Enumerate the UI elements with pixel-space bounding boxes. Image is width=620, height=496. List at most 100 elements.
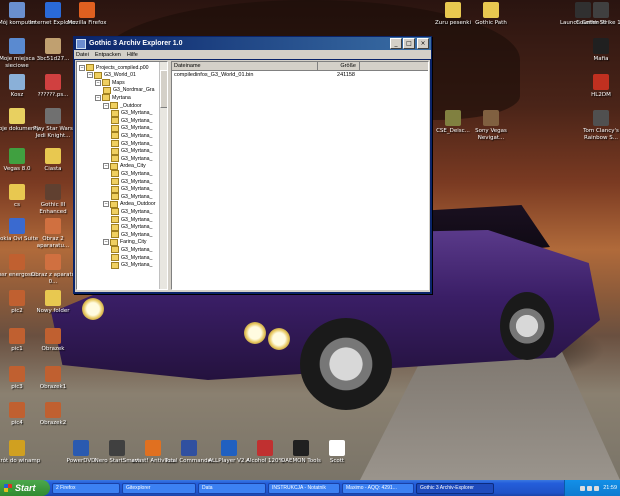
tree-node[interactable]: − Maps [95,79,125,87]
tree-expander-icon[interactable]: − [103,102,109,109]
file-list[interactable]: Dateiname Größe compiledinfos_G3_World_0… [171,61,429,290]
start-button[interactable]: Start [0,480,50,496]
tree-node[interactable]: G3_Myrtana_ [111,178,152,185]
tree-node[interactable]: G3_Myrtana_ [111,246,152,254]
folder-icon [110,200,118,208]
archive-explorer-window[interactable]: Gothic 3 Archiv Explorer 1.0 _ □ × Datei… [73,36,432,294]
tree-node[interactable]: G3_Myrtana_ [111,261,152,269]
tree-expander-icon[interactable]: − [103,201,109,208]
tree-node[interactable]: G3_Myrtana_ [111,223,152,231]
folder-icon [110,102,118,109]
tree-node[interactable]: G3_Myrtana_ [111,117,152,125]
desktop-shortcut[interactable]: Skrót do winamp [0,440,42,465]
menu-hilfe[interactable]: Hilfe [127,52,138,58]
tree-node[interactable]: G3_Myrtana_ [111,132,152,140]
tree-node[interactable]: G3_Nordmar_Gra [103,86,155,94]
desktop-shortcut[interactable]: Gothic III Enhanced [28,184,78,216]
file-row[interactable]: compiledinfos_G3_World_01.bin 241158 [172,71,428,79]
desktop-shortcut-label: ??????.ps... [37,92,69,98]
desktop-shortcut[interactable]: 3bc51d27... [28,38,78,63]
tree-node[interactable]: − Ardea_City [103,162,146,170]
menu-entpacken[interactable]: Entpacken [95,52,121,58]
tree-node[interactable]: G3_Myrtana_ [111,147,152,155]
desktop-shortcut[interactable]: Scott [312,440,362,465]
tree-node[interactable]: G3_Myrtana_ [111,185,152,193]
desktop-shortcut[interactable]: Nowy folder [28,290,78,315]
tree-node-label: Projects_compiled.p00 [96,64,149,71]
tree-expander-icon[interactable]: − [103,239,109,246]
tree-node[interactable]: − G3_World_01 [87,71,136,79]
tree-node[interactable]: G3_Myrtana_ [111,231,152,239]
tray-icon[interactable] [594,485,600,491]
tree-node[interactable]: G3_Myrtana_ [111,193,152,201]
desktop-shortcut[interactable]: Obrazek2 [28,402,78,427]
tree-scrollbar[interactable] [159,62,167,289]
desktop-shortcut-label: Gothic III Enhanced [39,202,67,215]
desktop-shortcut-label: Skrót do winamp [0,458,41,464]
folder-icon [111,117,119,125]
taskbar-button[interactable]: Gothic 3 Archiv-Explorer [416,482,494,494]
car-wheel-front [300,318,392,410]
desktop-shortcut[interactable]: ??????.ps... [28,74,78,99]
tree-node[interactable]: G3_Myrtana_ [111,216,152,223]
desktop-shortcut[interactable]: Obrazek [28,328,78,353]
tree-node-label: G3_Myrtana_ [121,216,153,223]
desktop-shortcut[interactable]: Play Star Wars Jedi Knight... [28,108,78,140]
window-title: Gothic 3 Archiv Explorer 1.0 [89,40,183,47]
column-header-size[interactable]: Größe [318,62,360,70]
maximize-button[interactable]: □ [403,38,415,49]
tree-expander-icon[interactable]: − [79,64,85,71]
nero-icon [109,440,125,456]
desktop-shortcut[interactable]: Sony Vegas Nevigat... [466,110,516,142]
window-titlebar[interactable]: Gothic 3 Archiv Explorer 1.0 _ □ × [74,37,431,50]
tree-node[interactable]: G3_Myrtana_ [111,109,152,117]
column-header-name[interactable]: Dateiname [172,62,318,70]
tree-node[interactable]: − Projects_compiled.p00 [79,64,148,71]
tree-expander-icon[interactable]: − [103,163,109,170]
tree-expander-icon[interactable]: − [87,72,93,79]
tree-node[interactable]: G3_Myrtana_ [111,170,152,178]
desktop-shortcut[interactable]: Tom Clancy's Rainbow S... [576,110,620,142]
folder-icon [45,290,61,306]
tray-icon[interactable] [580,485,586,491]
desktop-shortcut[interactable]: Obrazek1 [28,366,78,391]
tree-node[interactable]: − _Outdoor [103,102,142,109]
desktop-shortcut[interactable]: Mozilla Firefox [62,2,112,27]
tree-node[interactable]: G3_Myrtana_ [111,254,152,261]
close-button[interactable]: × [417,38,429,49]
tree-node[interactable]: G3_Myrtana_ [111,208,152,216]
desktop-shortcut-label: Sony Vegas Nevigat... [475,128,507,141]
desktop-shortcut[interactable]: Gothic Path [466,2,516,27]
folder-icon [111,193,119,201]
minimize-button[interactable]: _ [390,38,402,49]
tree-node[interactable]: G3_Myrtana_ [111,124,152,132]
desktop-shortcut-label: HL2DM [591,92,611,98]
desktop-shortcut[interactable]: Obraz 2 apararatu... [28,218,78,250]
taskbar-button[interactable]: 2 Firefox [52,482,120,494]
desktop-shortcut[interactable]: Mafia [576,38,620,63]
doc-icon [45,74,61,90]
tree-node[interactable]: G3_Myrtana_ [111,140,152,147]
tree-expander-icon[interactable]: − [95,94,101,101]
desktop-shortcut[interactable]: Obraz z aparatu 0... [28,254,78,286]
folder-tree[interactable]: − Projects_compiled.p00− G3_World_01− Maps G… [76,61,168,290]
desktop-shortcut[interactable]: Ciasta [28,148,78,173]
desktop-shortcut[interactable]: HL2DM [576,74,620,99]
taskbar-button[interactable]: Maximo - AQQ: 4291... [342,482,414,494]
tree-node[interactable]: − Ardea_Outdoor [103,200,155,208]
desktop-shortcut[interactable]: Counter-Strike 1.6 [576,2,620,27]
taskbar-button[interactable]: Data [198,482,266,494]
menu-datei[interactable]: Datei [76,52,89,58]
tray-icon[interactable] [587,485,593,491]
taskbar-button[interactable]: Gitexplorer [122,482,196,494]
tree-node[interactable]: − Faring_City [103,238,147,246]
tree-node[interactable]: − Myrtana [95,94,131,102]
tree-node[interactable]: G3_Myrtana_ [111,155,152,163]
image-file-icon [45,328,61,344]
game-icon [593,110,609,126]
game-icon [483,110,499,126]
tree-expander-icon[interactable]: − [95,79,101,86]
taskbar-button[interactable]: INSTRUKCJA - Notatnik [268,482,340,494]
daemon-icon [293,440,309,456]
scrollbar-thumb[interactable] [160,70,167,108]
